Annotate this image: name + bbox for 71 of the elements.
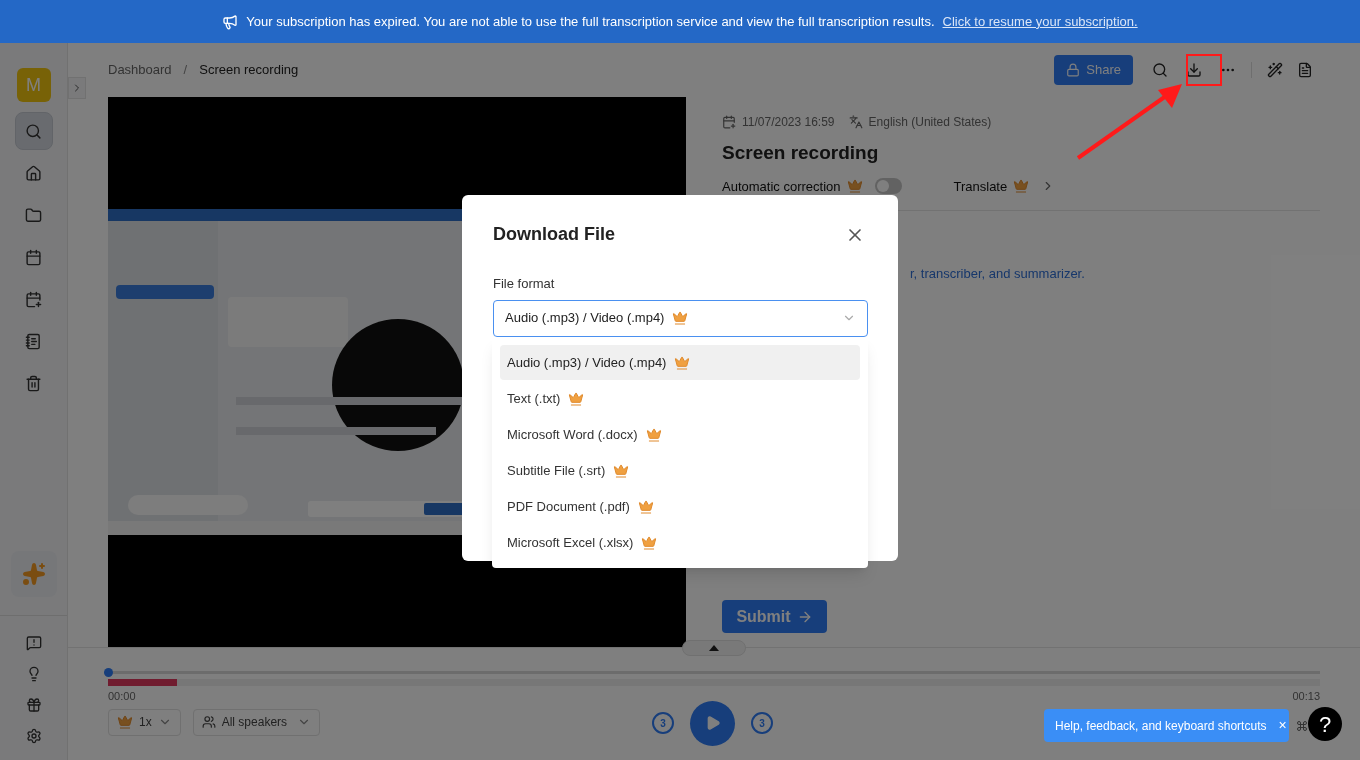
calendar-plus-icon xyxy=(25,290,42,308)
command-icon xyxy=(1296,720,1308,732)
banner-text: Your subscription has expired. You are not able to use the full transcription service and view the full transcription results. xyxy=(246,12,935,31)
home-icon xyxy=(25,164,42,182)
forward-button[interactable]: 3 xyxy=(751,712,773,734)
format-option[interactable]: Subtitle File (.srt) xyxy=(500,453,860,488)
folder-icon xyxy=(25,206,42,224)
calendar-icon xyxy=(25,248,42,266)
format-option[interactable]: Microsoft Excel (.xlsx) xyxy=(500,525,860,560)
recording-title: Screen recording xyxy=(722,141,880,165)
format-option[interactable]: Text (.txt) xyxy=(500,381,860,416)
dialog-title: Download File xyxy=(493,223,615,246)
lock-icon xyxy=(1066,63,1081,77)
crown-icon xyxy=(672,310,689,326)
megaphone-icon xyxy=(222,13,239,30)
timeline-thumb[interactable] xyxy=(104,668,113,677)
wand-icon xyxy=(1267,62,1283,78)
search-icon xyxy=(25,122,42,140)
crown-icon xyxy=(637,498,654,515)
trash-icon xyxy=(25,374,42,392)
recording-language: English (United States) xyxy=(868,114,992,131)
breadcrumb-separator: / xyxy=(183,61,188,80)
feedback-icon xyxy=(25,635,42,651)
field-label: File format xyxy=(493,275,556,293)
recording-date: 11/07/2023 16:59 xyxy=(742,114,835,131)
notes-icon xyxy=(25,332,42,350)
help-button[interactable]: ? xyxy=(1308,707,1342,741)
calendar-icon xyxy=(722,115,736,129)
breadcrumb-current: Screen recording xyxy=(199,61,299,80)
download-icon xyxy=(1186,62,1202,78)
tooltip-close[interactable]: × xyxy=(1278,715,1287,736)
crown-icon xyxy=(645,426,662,443)
settings-icon xyxy=(25,728,42,744)
submit-button[interactable]: Submit xyxy=(722,600,827,633)
collapse-tab[interactable] xyxy=(682,640,746,656)
document-icon xyxy=(1297,62,1313,78)
duration-time: 00:13 xyxy=(1292,689,1320,704)
crown-icon xyxy=(1013,178,1030,195)
rewind-button[interactable]: 3 xyxy=(652,712,674,734)
select-value: Audio (.mp3) / Video (.mp4) xyxy=(505,309,665,328)
crown-icon xyxy=(846,178,863,195)
sidebar-item[interactable] xyxy=(14,112,53,150)
tooltip-text: Help, feedback, and keyboard shortcuts xyxy=(1055,717,1267,735)
people-icon xyxy=(201,715,216,729)
gift-icon xyxy=(25,697,42,713)
caret-up-icon xyxy=(709,645,719,651)
highlight-frame xyxy=(1186,54,1222,86)
elapsed-time: 00:00 xyxy=(108,689,136,704)
speed-select[interactable]: 1x xyxy=(108,708,181,736)
summary-text: r, transcriber, and summarizer. xyxy=(910,265,1086,283)
crown-icon xyxy=(117,714,133,730)
sparkle-icon xyxy=(21,562,46,586)
format-option[interactable]: Audio (.mp3) / Video (.mp4) xyxy=(500,345,860,380)
play-button[interactable] xyxy=(690,700,735,746)
speaker-select[interactable]: All speakers xyxy=(192,708,321,736)
crown-icon xyxy=(641,534,658,551)
share-button[interactable]: Share xyxy=(1054,55,1133,85)
correction-label: Automatic correction xyxy=(722,177,841,196)
crown-icon xyxy=(674,354,691,371)
translate-label[interactable]: Translate xyxy=(953,176,1008,196)
crown-icon xyxy=(613,462,630,479)
breadcrumb-link[interactable]: Dashboard xyxy=(108,60,172,80)
resume-link[interactable]: Click to resume your subscription. xyxy=(942,11,1138,32)
format-select[interactable]: Audio (.mp3) / Video (.mp4) xyxy=(493,299,868,337)
format-option[interactable]: Microsoft Word (.docx) xyxy=(500,417,860,452)
search-icon xyxy=(1152,62,1168,78)
language-icon xyxy=(848,115,863,129)
format-option[interactable]: PDF Document (.pdf) xyxy=(500,489,860,524)
correction-toggle[interactable] xyxy=(874,178,902,195)
crown-icon xyxy=(568,390,585,407)
speaker-segment xyxy=(108,679,177,686)
